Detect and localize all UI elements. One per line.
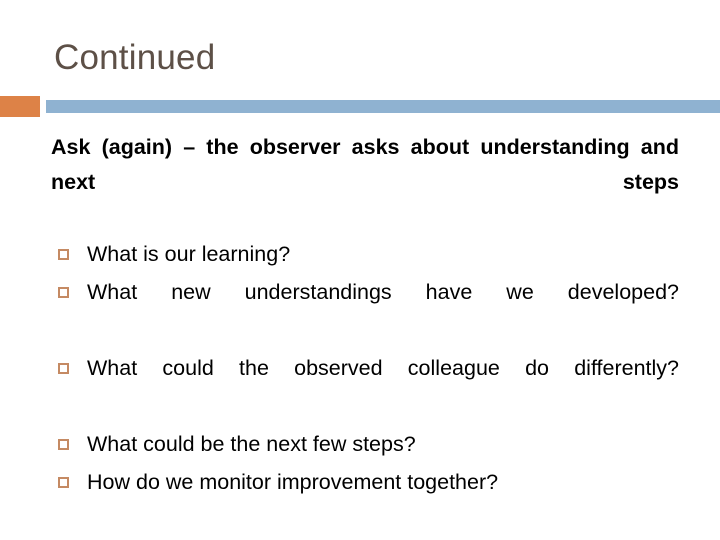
list-item: How do we monitor improvement together?	[51, 463, 679, 501]
list-item-label: What new understandings have we develope…	[87, 280, 679, 304]
divider-accent-block	[0, 96, 40, 117]
divider-bar	[46, 100, 720, 113]
list-item-label: What could the observed colleague do dif…	[87, 356, 679, 380]
square-bullet-icon	[58, 363, 69, 374]
square-bullet-icon	[58, 287, 69, 298]
square-bullet-icon	[58, 439, 69, 450]
list-item-label: What is our learning?	[87, 242, 291, 266]
slide-body: Ask (again) – the observer asks about un…	[51, 130, 679, 501]
lead-paragraph: Ask (again) – the observer asks about un…	[51, 135, 679, 194]
square-bullet-icon	[58, 477, 69, 488]
title-divider	[0, 96, 720, 117]
square-bullet-icon	[58, 249, 69, 260]
list-item: What is our learning?	[51, 235, 679, 273]
list-item: What could the observed colleague do dif…	[51, 349, 679, 425]
list-item-label: What could be the next few steps?	[87, 432, 416, 456]
page-title: Continued	[54, 38, 216, 77]
slide: Continued Ask (again) – the observer ask…	[0, 0, 720, 540]
list-item: What could be the next few steps?	[51, 425, 679, 463]
list-item: What new understandings have we develope…	[51, 273, 679, 349]
list-item-label: How do we monitor improvement together?	[87, 470, 499, 494]
bullet-list: What is our learning? What new understan…	[51, 235, 679, 501]
